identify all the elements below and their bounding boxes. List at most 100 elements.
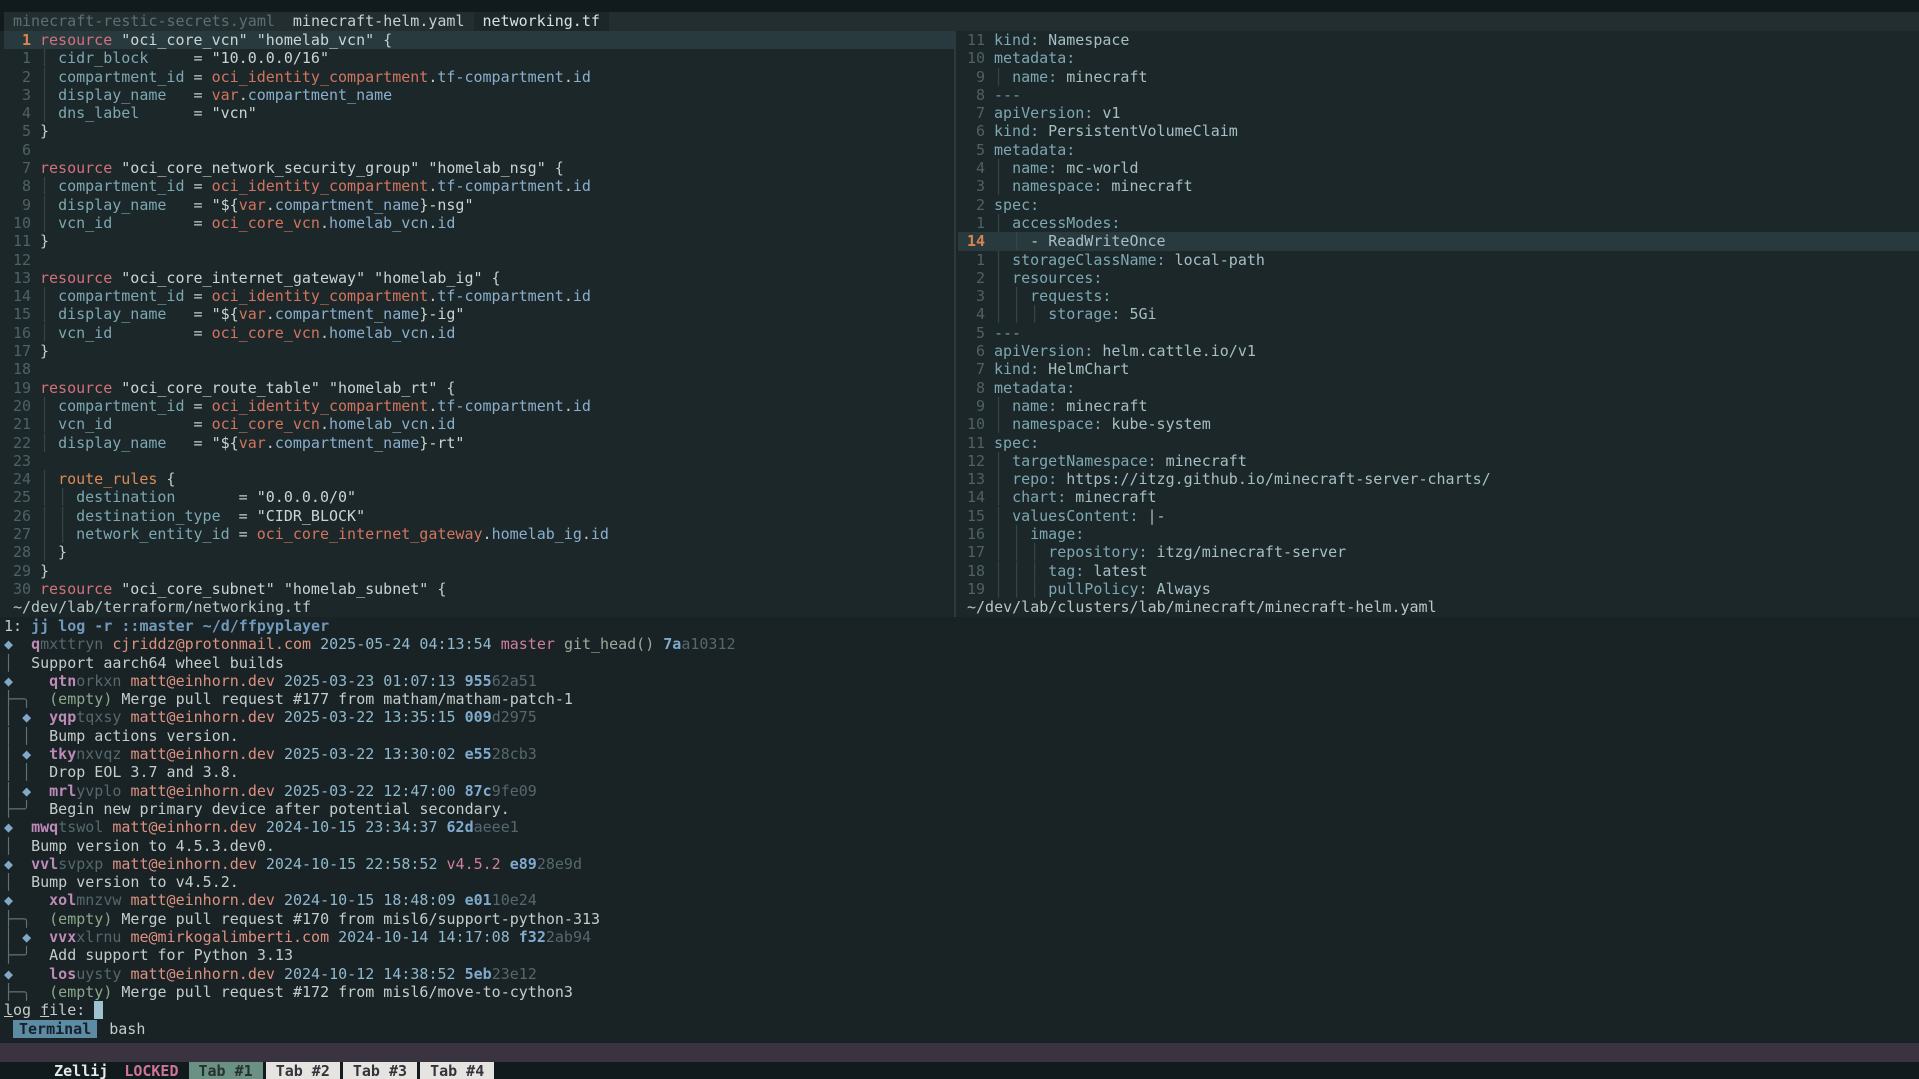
line-number: 10	[958, 415, 985, 433]
line-number: 4	[958, 159, 985, 177]
line-number: 1	[4, 49, 31, 67]
line-number: 8	[958, 379, 985, 397]
code-line: 17│ │ │ repository: itzg/minecraft-serve…	[958, 543, 1919, 561]
line-number: 3	[958, 177, 985, 195]
code-line: 9│ name: minecraft	[958, 397, 1919, 415]
line-number: 4	[4, 104, 31, 122]
buffer-tab-networking.tf[interactable]: networking.tf	[474, 12, 609, 31]
code-line: 8---	[958, 86, 1919, 104]
zellij-tab-tab-#1[interactable]: Tab #1	[189, 1062, 263, 1079]
line-number: 28	[4, 543, 31, 561]
editor-pane-networking-tf[interactable]: 1resource "oci_core_vcn" "homelab_vcn" {…	[0, 31, 954, 617]
terminal-line: │ ◆ mrlyvplo matt@einhorn.dev 2025-03-22…	[4, 782, 1919, 800]
code-line: 7apiVersion: v1	[958, 104, 1919, 122]
code-lines-right: 11kind: Namespace10metadata:9│ name: min…	[958, 31, 1919, 598]
code-line: 13│ repo: https://itzg.github.io/minecra…	[958, 470, 1919, 488]
code-line: 28│ }	[4, 543, 954, 561]
code-line: 8│ compartment_id = oci_identity_compart…	[4, 177, 954, 195]
code-line: 12│ targetNamespace: minecraft	[958, 452, 1919, 470]
line-number: 7	[4, 159, 31, 177]
helix-bufferline: minecraft-restic-secrets.yamlminecraft-h…	[4, 12, 1919, 31]
terminal-pane[interactable]: 1: jj log -r ::master ~/d/ffpyplayer◆ qm…	[0, 617, 1919, 1043]
zellij-logo: Zellij	[54, 1062, 108, 1079]
code-line: 3│ │ requests:	[958, 287, 1919, 305]
line-number: 20	[4, 397, 31, 415]
code-line: 29}	[4, 562, 954, 580]
line-number: 7	[958, 104, 985, 122]
code-line: 16│ │ image:	[958, 525, 1919, 543]
code-line: 9│ display_name = "${var.compartment_nam…	[4, 196, 954, 214]
code-line: 10metadata:	[958, 49, 1919, 67]
terminal-tab-bash[interactable]: bash	[109, 1020, 145, 1038]
jj-log-output: 1: jj log -r ::master ~/d/ffpyplayer◆ qm…	[4, 617, 1919, 1020]
terminal-line: │ Bump version to v4.5.2.	[4, 873, 1919, 891]
zellij-tab-tab-#2[interactable]: Tab #2	[266, 1062, 340, 1079]
code-line: 5}	[4, 122, 954, 140]
zellij-tabs: Tab #1Tab #2Tab #3Tab #4	[189, 1062, 498, 1079]
line-number: 16	[4, 324, 31, 342]
terminal-line: ├─╮ (empty) Merge pull request #172 from…	[4, 983, 1919, 1001]
terminal-line: │ ◆ tkynxvqz matt@einhorn.dev 2025-03-22…	[4, 745, 1919, 763]
editor-pane-minecraft-helm-yaml[interactable]: 11kind: Namespace10metadata:9│ name: min…	[956, 31, 1919, 617]
line-number: 27	[4, 525, 31, 543]
line-number: 13	[4, 269, 31, 287]
code-line: 1│ accessModes:	[958, 214, 1919, 232]
line-number: 11	[4, 232, 31, 250]
terminal-line: │ ◆ yqptqxsy matt@einhorn.dev 2025-03-22…	[4, 708, 1919, 726]
code-line: 14│ compartment_id = oci_identity_compar…	[4, 287, 954, 305]
line-number: 19	[958, 580, 985, 598]
code-line: 6kind: PersistentVolumeClaim	[958, 122, 1919, 140]
line-number: 4	[958, 305, 985, 323]
line-number: 6	[958, 122, 985, 140]
code-lines-left: 1resource "oci_core_vcn" "homelab_vcn" {…	[4, 31, 954, 598]
line-number: 22	[4, 434, 31, 452]
line-number: 17	[4, 342, 31, 360]
zellij-tab-tab-#3[interactable]: Tab #3	[343, 1062, 417, 1079]
code-line: 16│ vcn_id = oci_core_vcn.homelab_vcn.id	[4, 324, 954, 342]
code-line: 24│ route_rules {	[4, 470, 954, 488]
line-number: 14	[4, 287, 31, 305]
line-number: 15	[958, 507, 985, 525]
code-line: 14 │ - ReadWriteOnce	[958, 232, 1919, 250]
line-number: 1	[958, 214, 985, 232]
line-number: 12	[958, 452, 985, 470]
line-number: 23	[4, 452, 31, 470]
code-line: 1resource "oci_core_vcn" "homelab_vcn" {	[4, 31, 954, 49]
code-line: 19│ │ │ pullPolicy: Always	[958, 580, 1919, 598]
terminal-tab-active[interactable]: Terminal	[13, 1020, 97, 1038]
line-number: 16	[958, 525, 985, 543]
code-line: 4│ │ │ storage: 5Gi	[958, 305, 1919, 323]
line-number: 11	[958, 434, 985, 452]
code-line: 4│ dns_label = "vcn"	[4, 104, 954, 122]
code-line: 15│ display_name = "${var.compartment_na…	[4, 305, 954, 323]
line-number: 5	[958, 324, 985, 342]
code-line: 18	[4, 360, 954, 378]
statusline-path-left: ~/dev/lab/terraform/networking.tf	[4, 598, 954, 616]
zellij-tab-tab-#4[interactable]: Tab #4	[420, 1062, 494, 1079]
code-line: 19resource "oci_core_route_table" "homel…	[4, 379, 954, 397]
buffer-tab-minecraft-restic-secrets.yaml[interactable]: minecraft-restic-secrets.yaml	[4, 12, 284, 31]
line-number: 29	[4, 562, 31, 580]
terminal-line: │ │ Drop EOL 3.7 and 3.8.	[4, 763, 1919, 781]
code-line: 18│ │ │ tag: latest	[958, 562, 1919, 580]
line-number: 19	[4, 379, 31, 397]
terminal-line: │ │ Bump actions version.	[4, 727, 1919, 745]
line-number: 24	[4, 470, 31, 488]
code-line: 30resource "oci_core_subnet" "homelab_su…	[4, 580, 954, 598]
line-number: 25	[4, 488, 31, 506]
line-number: 2	[958, 196, 985, 214]
line-number: 2	[4, 68, 31, 86]
terminal-tabbar: Terminal bash	[4, 1020, 1919, 1038]
terminal-line: 1: jj log -r ::master ~/d/ffpyplayer	[4, 617, 1919, 635]
zellij-session: minecraft-restic-secrets.yamlminecraft-h…	[0, 0, 1919, 1079]
code-line: 11spec:	[958, 434, 1919, 452]
code-line: 17}	[4, 342, 954, 360]
line-number: 14	[958, 232, 985, 250]
line-number: 9	[958, 68, 985, 86]
terminal-line: │ Support aarch64 wheel builds	[4, 654, 1919, 672]
buffer-tab-minecraft-helm.yaml[interactable]: minecraft-helm.yaml	[284, 12, 474, 31]
code-line: 21│ vcn_id = oci_core_vcn.homelab_vcn.id	[4, 415, 954, 433]
code-line: 22│ display_name = "${var.compartment_na…	[4, 434, 954, 452]
line-number: 6	[4, 141, 31, 159]
code-line: 1│ storageClassName: local-path	[958, 251, 1919, 269]
